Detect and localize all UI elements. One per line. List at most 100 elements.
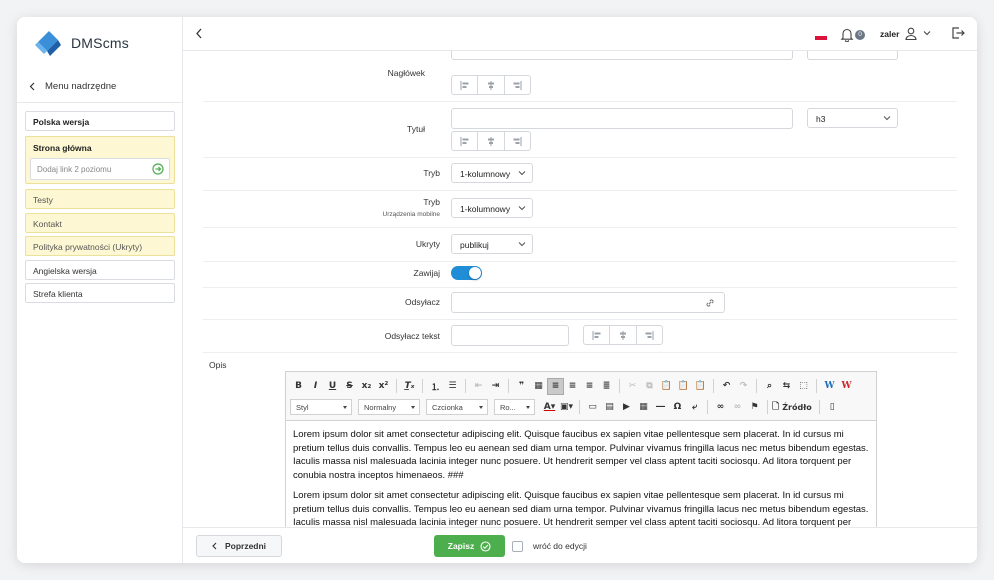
zawijaj-label: Zawijaj bbox=[413, 268, 440, 278]
odsylacz-tekst-input[interactable] bbox=[451, 325, 569, 346]
indent-icon[interactable]: ⇥ bbox=[487, 378, 504, 395]
templates-icon[interactable]: ▯ bbox=[824, 399, 841, 416]
subscript-icon[interactable]: x₂ bbox=[358, 378, 375, 395]
sidebar-item-polityka-prywatnosci[interactable]: Polityka prywatności (Ukryty) bbox=[25, 236, 175, 256]
sidebar-item-polska-wersja[interactable]: Polska wersja bbox=[25, 111, 175, 131]
tryb-select[interactable]: 1-kolumnowy bbox=[451, 163, 533, 183]
return-to-edit-checkbox[interactable] bbox=[512, 541, 523, 552]
word-blue-icon[interactable]: W bbox=[821, 378, 838, 395]
align-center-icon[interactable]: ≡ bbox=[564, 378, 581, 395]
chevron-left-icon[interactable] bbox=[195, 28, 203, 39]
username[interactable]: zaler bbox=[880, 29, 899, 39]
save-button[interactable]: Zapisz bbox=[434, 535, 505, 557]
font-combo[interactable]: Czcionka bbox=[426, 399, 488, 415]
row-divider bbox=[203, 227, 957, 228]
align-center-icon[interactable] bbox=[478, 76, 505, 94]
special-char-icon[interactable]: Ω bbox=[669, 399, 686, 416]
bell-icon[interactable] bbox=[840, 27, 854, 42]
return-to-edit-label: wróć do edycji bbox=[533, 541, 587, 551]
redo-icon[interactable]: ↷ bbox=[735, 378, 752, 395]
unlink-icon[interactable]: ∞ bbox=[729, 399, 746, 416]
align-left-icon[interactable]: ≡ bbox=[547, 377, 564, 395]
align-right-icon[interactable]: ≡ bbox=[581, 378, 598, 395]
superscript-icon[interactable]: x² bbox=[375, 378, 392, 395]
sidebar-item-angielska-wersja[interactable]: Angielska wersja bbox=[25, 260, 175, 280]
top-bar: 0 zaler bbox=[183, 17, 977, 51]
tryb-mobile-value: 1-kolumnowy bbox=[460, 204, 511, 214]
font-size-combo[interactable]: Ro... bbox=[494, 399, 535, 415]
paste-icon[interactable]: 📋 bbox=[658, 378, 675, 395]
div-container-icon[interactable]: ▦ bbox=[530, 378, 547, 395]
logout-icon[interactable] bbox=[951, 26, 965, 40]
link-icon bbox=[706, 299, 714, 307]
link-icon[interactable]: ∞ bbox=[712, 399, 729, 416]
style-combo[interactable]: Styl bbox=[290, 399, 352, 415]
format-combo[interactable]: Normalny bbox=[358, 399, 420, 415]
sidebar-item-label: Polska wersja bbox=[33, 117, 90, 127]
language-flag-icon[interactable] bbox=[815, 33, 827, 40]
tytul-heading-select[interactable]: h3 bbox=[807, 108, 898, 128]
user-icon[interactable] bbox=[905, 27, 917, 40]
tryb-mobile-select[interactable]: 1-kolumnowy bbox=[451, 198, 533, 218]
find-icon[interactable]: ⌕ bbox=[761, 378, 778, 395]
align-right-icon[interactable] bbox=[505, 132, 530, 150]
select-all-icon[interactable]: ⬚ bbox=[795, 378, 812, 395]
italic-icon[interactable]: I bbox=[307, 378, 324, 395]
text-color-icon[interactable]: A▾ bbox=[541, 399, 558, 416]
source-button[interactable]: 🗋 Źródło bbox=[772, 399, 815, 416]
paste-text-icon[interactable]: 📋 bbox=[675, 378, 692, 395]
remove-format-icon[interactable]: T̲ₓ bbox=[401, 378, 418, 395]
align-left-icon[interactable] bbox=[452, 76, 479, 94]
align-center-icon[interactable] bbox=[478, 132, 505, 150]
sidebar-item-testy[interactable]: Testy bbox=[25, 189, 175, 209]
logo[interactable]: DMScms bbox=[34, 29, 129, 57]
background-color-icon[interactable]: ▣▾ bbox=[558, 399, 575, 416]
paste-word-icon[interactable]: 📋 bbox=[692, 378, 709, 395]
strikethrough-icon[interactable]: S bbox=[341, 378, 358, 395]
align-left-icon[interactable] bbox=[452, 132, 479, 150]
word-red-icon[interactable]: W bbox=[838, 378, 855, 395]
chevron-down-icon[interactable] bbox=[923, 30, 931, 36]
tytul-input[interactable] bbox=[451, 108, 793, 129]
sidebar-item-kontakt[interactable]: Kontakt bbox=[25, 213, 175, 233]
sidebar-item-strona-glowna[interactable]: Strona główna Dodaj link 2 poziomu bbox=[25, 136, 175, 184]
bottom-action-bar: Poprzedni Zapisz wróć do edycji bbox=[183, 527, 977, 563]
numbered-list-icon[interactable]: ⒈ bbox=[427, 378, 444, 395]
parent-menu-link[interactable]: Menu nadrzędne bbox=[29, 81, 116, 92]
ukryty-select[interactable]: publikuj bbox=[451, 234, 533, 254]
row-divider bbox=[203, 190, 957, 191]
align-right-icon[interactable] bbox=[505, 76, 530, 94]
table-icon[interactable]: ▦ bbox=[635, 399, 652, 416]
outdent-icon[interactable]: ⇤ bbox=[470, 378, 487, 395]
naglowek-align-group bbox=[451, 75, 531, 95]
tytul-align-group bbox=[451, 131, 531, 151]
zawijaj-toggle[interactable] bbox=[451, 266, 482, 280]
odsylacz-input[interactable] bbox=[451, 292, 725, 313]
align-left-icon[interactable] bbox=[584, 326, 611, 344]
naglowek-input[interactable] bbox=[451, 51, 793, 60]
sidebar-item-strefa-klienta[interactable]: Strefa klienta bbox=[25, 283, 175, 303]
align-right-icon[interactable] bbox=[637, 326, 662, 344]
previous-button[interactable]: Poprzedni bbox=[196, 535, 282, 557]
blockquote-icon[interactable]: ❞ bbox=[513, 378, 530, 395]
video-icon[interactable]: ▶ bbox=[618, 399, 635, 416]
bold-icon[interactable]: B bbox=[290, 378, 307, 395]
undo-icon[interactable]: ↶ bbox=[718, 378, 735, 395]
underline-icon[interactable]: U bbox=[324, 378, 341, 395]
editor-body[interactable]: Lorem ipsum dolor sit amet consectetur a… bbox=[286, 422, 876, 527]
horizontal-line-icon[interactable]: ― bbox=[652, 399, 669, 416]
page-break-icon[interactable]: ⤶ bbox=[686, 399, 703, 416]
replace-icon[interactable]: ⇆ bbox=[778, 378, 795, 395]
cut-icon[interactable]: ✂ bbox=[624, 378, 641, 395]
copy-icon[interactable]: ⧉ bbox=[641, 378, 658, 395]
bulleted-list-icon[interactable]: ☰ bbox=[444, 378, 461, 395]
anchor-flag-icon[interactable]: ⚑ bbox=[746, 399, 763, 416]
chevron-left-icon bbox=[29, 82, 35, 91]
toolbar-separator bbox=[465, 379, 466, 393]
image-icon[interactable]: ▭ bbox=[584, 399, 601, 416]
add-sublink-button[interactable]: Dodaj link 2 poziomu bbox=[30, 158, 170, 180]
naglowek-heading-select[interactable] bbox=[807, 51, 898, 60]
justify-icon[interactable]: ≣ bbox=[598, 378, 615, 395]
image-gallery-icon[interactable]: ▤ bbox=[601, 399, 618, 416]
align-center-icon[interactable] bbox=[610, 326, 637, 344]
